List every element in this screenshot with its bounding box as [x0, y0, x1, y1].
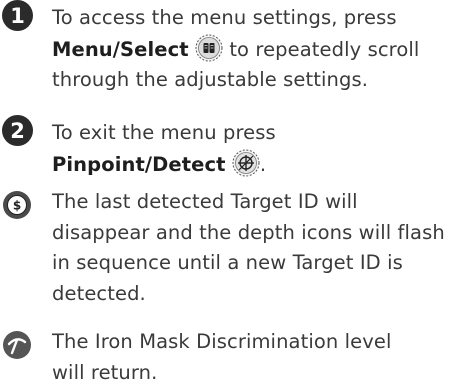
note-target-id-text: The last detected Target ID will disappe…	[52, 187, 445, 309]
note-line: in sequence until a new Target ID is	[52, 251, 403, 274]
note-iron-mask-text: The Iron Mask Discrimination level will …	[52, 327, 392, 388]
target-id-coin-icon: $	[3, 191, 31, 219]
step-number-badge: 2	[2, 115, 33, 146]
step-2-line-2: Pinpoint/Detect .	[52, 149, 276, 181]
note-line: The Iron Mask Discrimination level	[52, 330, 392, 353]
note-line: The last detected Target ID will	[52, 190, 358, 213]
step-2-line-2-rest: .	[259, 152, 267, 176]
step-1-line-2-rest: to repeatedly scroll	[229, 37, 420, 61]
menu-select-label: Menu/Select	[52, 37, 189, 61]
pinpoint-detect-label: Pinpoint/Detect	[52, 152, 226, 176]
note-line: detected.	[52, 281, 146, 305]
step-1-text: To access the menu settings, press Menu/…	[52, 3, 419, 96]
note-line: disappear and the depth icons will flash	[52, 220, 445, 244]
step-2-line-1: To exit the menu press	[52, 121, 276, 144]
menu-select-icon	[195, 34, 223, 61]
iron-mask-pick-icon	[3, 331, 31, 359]
step-1-line-1: To access the menu settings, press	[52, 6, 397, 29]
svg-text:$: $	[13, 199, 21, 213]
step-1-line-2: Menu/Select to repeatedly scroll	[52, 34, 419, 66]
step-number-badge: 1	[2, 0, 33, 31]
step-2-text: To exit the menu press Pinpoint/Detect .	[52, 118, 276, 180]
step-1-line-3: through the adjustable settings.	[52, 68, 369, 91]
pinpoint-detect-icon	[232, 149, 260, 176]
note-line: will return.	[52, 360, 158, 384]
